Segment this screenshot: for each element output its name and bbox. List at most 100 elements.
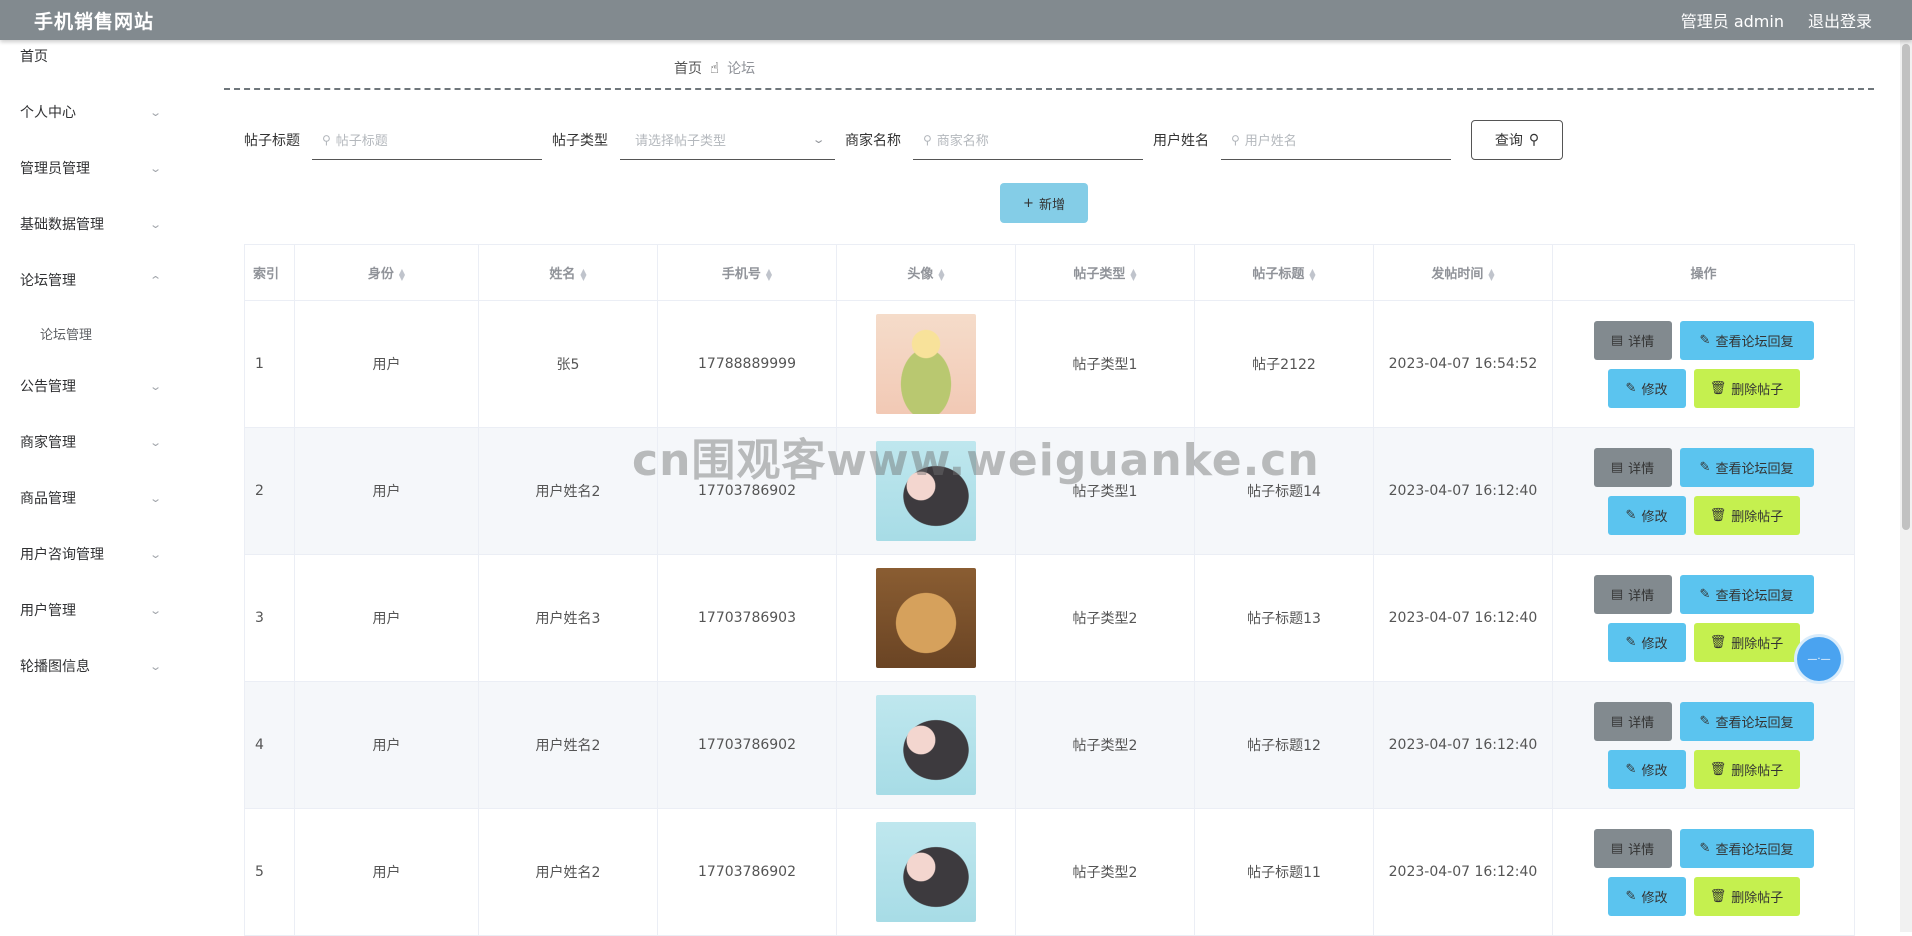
sidebar-item-label: 公告管理 — [20, 379, 76, 395]
sort-icon[interactable]: ▲ ▼ — [766, 267, 772, 281]
edit-icon: ✎ — [1699, 586, 1711, 602]
header-phone[interactable]: 手机号 ▲ ▼ — [657, 244, 837, 301]
search-icon: ⚲ — [923, 132, 932, 147]
admin-label[interactable]: 管理员 admin — [1681, 8, 1784, 32]
sidebar-item-users[interactable]: 用户管理 ⌄ — [0, 582, 190, 638]
query-button[interactable]: 查询 ⚲ — [1471, 120, 1563, 160]
sidebar-subitem-forum-manage[interactable]: 论坛管理 — [0, 308, 190, 358]
sort-icon[interactable]: ▲ ▼ — [1488, 267, 1494, 281]
cell-avatar — [836, 681, 1016, 809]
cell-role: 用户 — [294, 808, 479, 936]
sidebar-item-home[interactable]: 首页 — [0, 40, 190, 72]
detail-button[interactable]: ▤ 详情 — [1593, 701, 1672, 741]
forum-table: 索引 身份 ▲ ▼ 姓名 ▲ ▼ 手机号 ▲ ▼ 头像 ▲ ▼ 帖子类型 ▲ ▼ 帖子标题 ▲ ▼ 发帖… — [244, 244, 1855, 936]
sidebar-item-basic-data[interactable]: 基础数据管理 ⌄ — [0, 196, 190, 252]
edit-button[interactable]: ✎ 修改 — [1607, 749, 1686, 789]
detail-button[interactable]: ▤ 详情 — [1593, 828, 1672, 868]
view-replies-button[interactable]: ✎ 查看论坛回复 — [1679, 320, 1814, 360]
type-filter-select[interactable]: 请选择帖子类型 ⌄ — [620, 120, 835, 160]
title-filter-input[interactable]: ⚲ 帖子标题 — [312, 120, 542, 160]
sort-icon[interactable]: ▲ ▼ — [580, 267, 586, 281]
avatar-image[interactable] — [876, 568, 976, 668]
cell-ops: ▤ 详情 ✎ 查看论坛回复 ✎ 修改 🗑 删除帖子 — [1552, 681, 1855, 809]
breadcrumb: 首页 ☝ 论坛 — [674, 58, 755, 78]
cell-avatar — [836, 554, 1016, 682]
scrollbar-thumb[interactable] — [1902, 44, 1910, 530]
header-type[interactable]: 帖子类型 ▲ ▼ — [1015, 244, 1195, 301]
cell-phone: 17703786902 — [657, 808, 837, 936]
sidebar-item-consult[interactable]: 用户咨询管理 ⌄ — [0, 526, 190, 582]
sidebar-item-forum[interactable]: 论坛管理 ⌃ — [0, 252, 190, 308]
cell-role: 用户 — [294, 681, 479, 809]
sidebar-item-profile[interactable]: 个人中心 ⌄ — [0, 84, 190, 140]
cell-time: 2023-04-07 16:12:40 — [1373, 681, 1553, 809]
view-replies-button[interactable]: ✎ 查看论坛回复 — [1679, 828, 1814, 868]
cell-name: 用户姓名3 — [478, 554, 658, 682]
edit-button[interactable]: ✎ 修改 — [1607, 622, 1686, 662]
cell-title: 帖子2122 — [1194, 300, 1374, 428]
table-header-row: 索引 身份 ▲ ▼ 姓名 ▲ ▼ 手机号 ▲ ▼ 头像 ▲ ▼ 帖子类型 ▲ ▼ 帖子标题 ▲ ▼ 发帖… — [244, 244, 1855, 301]
header-time[interactable]: 发帖时间 ▲ ▼ — [1373, 244, 1553, 301]
chevron-down-icon: ⌄ — [148, 491, 162, 505]
edit-icon: ✎ — [1625, 380, 1637, 396]
sort-icon[interactable]: ▲ ▼ — [399, 267, 405, 281]
sidebar-item-admins[interactable]: 管理员管理 ⌄ — [0, 140, 190, 196]
delete-button[interactable]: 🗑 删除帖子 — [1693, 368, 1800, 408]
cell-phone: 17788889999 — [657, 300, 837, 428]
cell-index: 2 — [244, 427, 295, 555]
logout-link[interactable]: 退出登录 — [1808, 8, 1872, 32]
user-filter-input[interactable]: ⚲ 用户姓名 — [1221, 120, 1451, 160]
main-content: 首页 ☝ 论坛 帖子标题 ⚲ 帖子标题 帖子类型 请选择帖子类型 ⌄ 商家名称 ⚲ 商… — [224, 40, 1874, 936]
chevron-down-icon: ⌄ — [148, 105, 162, 119]
sidebar-item-label: 商家管理 — [20, 435, 76, 451]
floating-assistant-icon[interactable]: —·— — [1797, 637, 1841, 681]
table-row: 4 用户 用户姓名2 17703786902 帖子类型2 帖子标题12 2023-04-07… — [244, 681, 1855, 809]
sidebar-item-label: 用户咨询管理 — [20, 547, 104, 563]
sidebar-item-merchant[interactable]: 商家管理 ⌄ — [0, 414, 190, 470]
sidebar-item-label: 轮播图信息 — [20, 659, 90, 675]
sidebar-item-label: 基础数据管理 — [20, 217, 104, 233]
user-filter-label: 用户姓名 — [1153, 133, 1209, 149]
cell-type: 帖子类型1 — [1015, 427, 1195, 555]
add-button[interactable]: + 新增 — [1000, 183, 1088, 223]
header-name[interactable]: 姓名 ▲ ▼ — [478, 244, 658, 301]
sort-icon[interactable]: ▲ ▼ — [1309, 267, 1315, 281]
chevron-down-icon: ⌄ — [148, 603, 162, 617]
edit-button[interactable]: ✎ 修改 — [1607, 495, 1686, 535]
top-bar: 手机销售网站 管理员 admin 退出登录 — [0, 0, 1912, 40]
view-replies-button[interactable]: ✎ 查看论坛回复 — [1679, 701, 1814, 741]
divider — [224, 88, 1874, 90]
sidebar-item-goods[interactable]: 商品管理 ⌄ — [0, 470, 190, 526]
cell-role: 用户 — [294, 427, 479, 555]
edit-button[interactable]: ✎ 修改 — [1607, 876, 1686, 916]
document-icon: ▤ — [1610, 459, 1624, 475]
avatar-image[interactable] — [876, 314, 976, 414]
delete-button[interactable]: 🗑 删除帖子 — [1693, 622, 1800, 662]
cell-ops: ▤ 详情 ✎ 查看论坛回复 ✎ 修改 🗑 删除帖子 — [1552, 427, 1855, 555]
edit-button[interactable]: ✎ 修改 — [1607, 368, 1686, 408]
sidebar-item-notice[interactable]: 公告管理 ⌄ — [0, 358, 190, 414]
delete-button[interactable]: 🗑 删除帖子 — [1693, 749, 1800, 789]
breadcrumb-home[interactable]: 首页 — [674, 58, 702, 78]
edit-icon: ✎ — [1699, 332, 1711, 348]
header-title[interactable]: 帖子标题 ▲ ▼ — [1194, 244, 1374, 301]
view-replies-button[interactable]: ✎ 查看论坛回复 — [1679, 447, 1814, 487]
avatar-image[interactable] — [876, 822, 976, 922]
detail-button[interactable]: ▤ 详情 — [1593, 574, 1672, 614]
delete-button[interactable]: 🗑 删除帖子 — [1693, 495, 1800, 535]
sidebar-item-carousel[interactable]: 轮播图信息 ⌄ — [0, 638, 190, 694]
avatar-image[interactable] — [876, 695, 976, 795]
detail-button[interactable]: ▤ 详情 — [1593, 447, 1672, 487]
scrollbar[interactable] — [1900, 40, 1912, 932]
sort-icon[interactable]: ▲ ▼ — [1130, 267, 1136, 281]
merchant-filter-input[interactable]: ⚲ 商家名称 — [913, 120, 1143, 160]
delete-button[interactable]: 🗑 删除帖子 — [1693, 876, 1800, 916]
sort-icon[interactable]: ▲ ▼ — [938, 267, 944, 281]
placeholder: 用户姓名 — [1244, 134, 1297, 149]
cell-ops: ▤ 详情 ✎ 查看论坛回复 ✎ 修改 🗑 删除帖子 — [1552, 300, 1855, 428]
header-avatar[interactable]: 头像 ▲ ▼ — [836, 244, 1016, 301]
header-role[interactable]: 身份 ▲ ▼ — [294, 244, 479, 301]
avatar-image[interactable] — [876, 441, 976, 541]
view-replies-button[interactable]: ✎ 查看论坛回复 — [1679, 574, 1814, 614]
detail-button[interactable]: ▤ 详情 — [1593, 320, 1672, 360]
